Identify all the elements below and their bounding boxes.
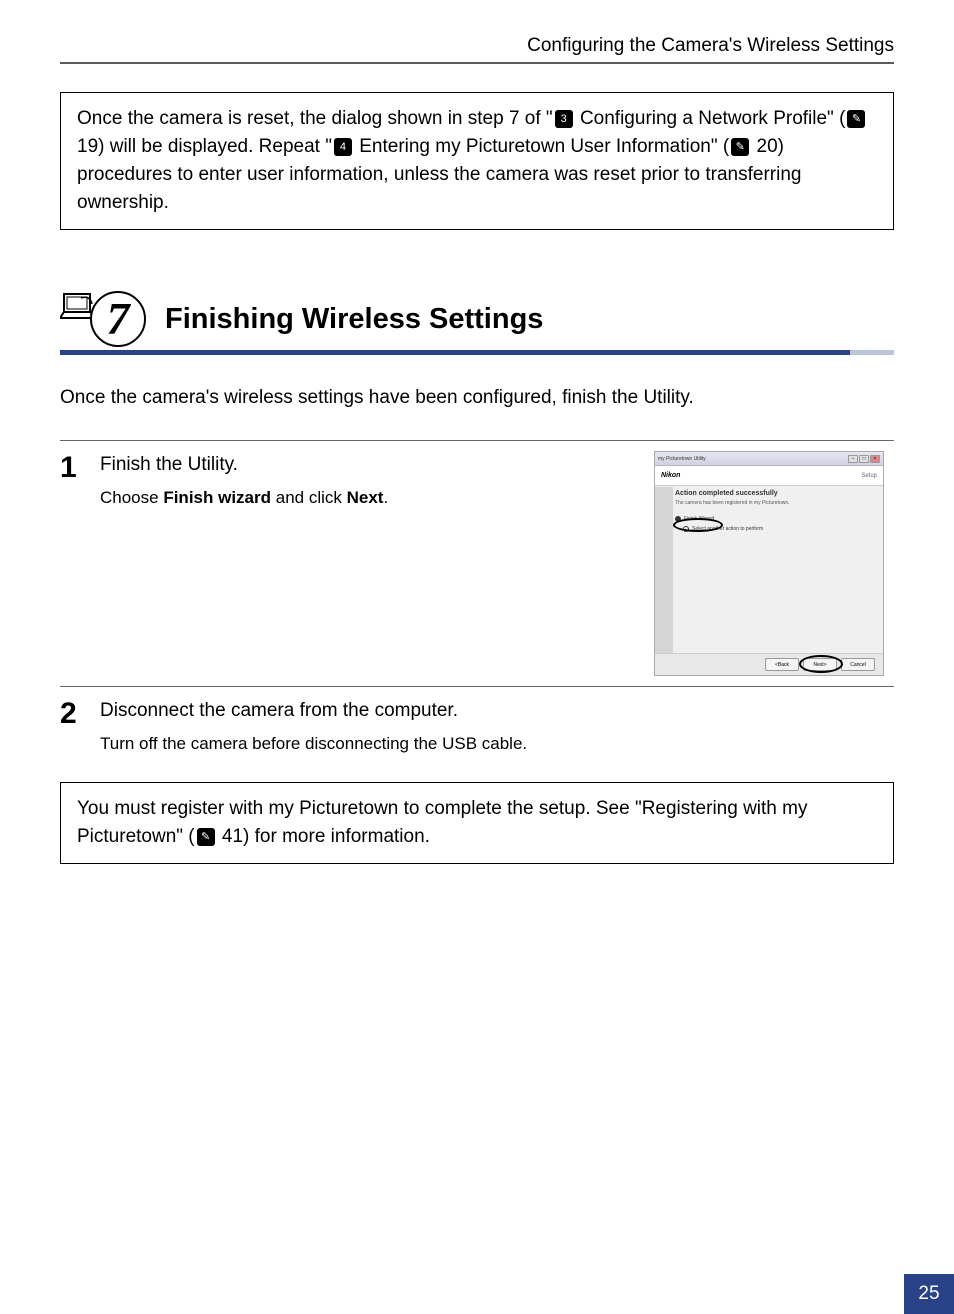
step-1-desc: Choose Finish wizard and click Next. bbox=[100, 486, 634, 510]
dialog-setup-label: Setup bbox=[861, 473, 877, 479]
dialog-sidebar bbox=[655, 487, 673, 653]
page-number: 25 bbox=[904, 1274, 954, 1314]
step-2-number: 2 bbox=[60, 697, 100, 756]
next-button-highlight bbox=[799, 655, 843, 673]
page-ref-icon: ✎ bbox=[847, 110, 865, 128]
section-intro: Once the camera's wireless settings have… bbox=[60, 385, 894, 412]
dialog-main: Action completed successfully The camera… bbox=[675, 490, 877, 651]
back-button: <Back bbox=[765, 658, 799, 671]
pc-step4-icon: 4 bbox=[334, 138, 352, 156]
section-title: Finishing Wireless Settings bbox=[165, 303, 543, 336]
dialog-brand: Nikon bbox=[661, 472, 680, 479]
section-icon-group: 7 bbox=[60, 290, 155, 348]
dialog-action-title: Action completed successfully bbox=[675, 490, 877, 497]
section-step-number: 7 bbox=[107, 296, 130, 342]
note-2-text: You must register with my Picturetown to… bbox=[77, 795, 877, 851]
page-ref-icon: ✎ bbox=[731, 138, 749, 156]
note-text: Once the camera is reset, the dialog sho… bbox=[77, 105, 877, 217]
page-ref-icon: ✎ bbox=[197, 828, 215, 846]
dialog-brand-row: Nikon Setup bbox=[655, 466, 883, 486]
step-1-number: 1 bbox=[60, 451, 100, 676]
step-2-desc: Turn off the camera before disconnecting… bbox=[100, 732, 884, 756]
step-1-block: 1 Finish the Utility. Choose Finish wiza… bbox=[60, 440, 894, 676]
note-box-1: Once the camera is reset, the dialog sho… bbox=[60, 92, 894, 230]
maximize-icon: □ bbox=[859, 455, 869, 463]
close-icon: × bbox=[870, 455, 880, 463]
dialog-footer: <Back Next> Cancel bbox=[655, 653, 883, 675]
page-header-title: Configuring the Camera's Wireless Settin… bbox=[60, 35, 894, 57]
finish-wizard-highlight bbox=[673, 518, 723, 532]
section-header: 7 Finishing Wireless Settings bbox=[60, 290, 894, 348]
dialog-window-title: my Picturetown Utility bbox=[658, 456, 706, 462]
pc-step3-icon: 3 bbox=[555, 110, 573, 128]
step-1-title: Finish the Utility. bbox=[100, 454, 634, 476]
section-underline bbox=[60, 350, 894, 355]
step-circle: 7 bbox=[90, 291, 146, 347]
dialog-titlebar: my Picturetown Utility – □ × bbox=[655, 452, 883, 466]
cancel-button: Cancel bbox=[841, 658, 875, 671]
dialog-action-sub: The camera has been registered in my Pic… bbox=[675, 500, 877, 506]
step-2-block: 2 Disconnect the camera from the compute… bbox=[60, 686, 894, 756]
dialog-screenshot: my Picturetown Utility – □ × Nikon Setup… bbox=[654, 451, 884, 676]
step-2-title: Disconnect the camera from the computer. bbox=[100, 700, 884, 722]
minimize-icon: – bbox=[848, 455, 858, 463]
header-divider bbox=[60, 62, 894, 64]
note-box-2: You must register with my Picturetown to… bbox=[60, 782, 894, 864]
